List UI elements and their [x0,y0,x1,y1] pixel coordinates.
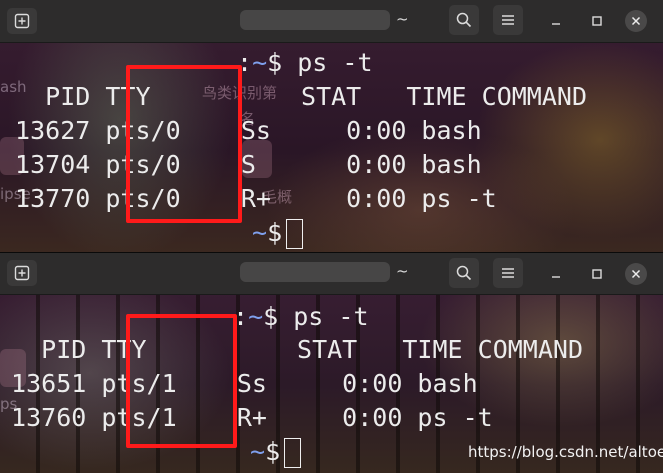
prompt-symbol: $ [263,302,279,331]
new-tab-button[interactable] [7,8,37,34]
text-cursor [284,438,302,468]
maximize-icon [592,16,602,26]
search-button[interactable] [449,258,479,288]
search-icon [456,265,472,281]
prompt-cwd: ~ [248,302,264,331]
output-header: PID TTY STAT TIME COMMAND [0,82,587,111]
prompt-line: :~$ ps -t [237,46,373,80]
tty-column-highlight [126,65,242,223]
window-title-redacted [240,262,390,282]
prompt-cwd: ~ [250,437,266,466]
prompt-symbol: $ [267,218,283,247]
menu-button[interactable] [493,5,523,35]
prompt-symbol: $ [265,437,281,466]
prompt-symbol: $ [267,48,283,77]
maximize-button[interactable] [586,263,608,285]
hamburger-menu-icon [502,268,514,278]
new-tab-icon [14,265,30,281]
minimize-button[interactable] [545,263,567,285]
output-row: 13760 pts/1 R+ 0:00 ps -t [0,403,493,432]
command-text: ps -t [278,302,369,331]
prompt-line: ~$ [252,216,304,250]
search-button[interactable] [449,5,479,35]
terminal-output[interactable]: :~$ ps -t PID TTY STAT TIME COMMAND 1362… [0,42,663,252]
tty-column-highlight [126,314,237,448]
prompt-cwd: ~ [252,218,268,247]
close-button[interactable] [625,10,647,32]
terminal-window-2[interactable]: ps ~ :~$ ps -t PID TTY STAT TIME COMMAND… [0,252,663,473]
minimize-icon [552,276,560,278]
command-text: ps -t [282,48,373,77]
minimize-icon [552,23,560,25]
output-row: 13770 pts/0 R+ 0:00 ps -t [0,184,497,213]
window-title: ~ [396,262,409,280]
new-tab-button[interactable] [7,260,37,286]
text-cursor [286,219,304,249]
hamburger-menu-icon [502,15,514,25]
maximize-icon [592,269,602,279]
window-title-redacted [240,10,390,30]
output-header: PID TTY STAT TIME COMMAND [0,335,583,364]
output-row: 13651 pts/1 Ss 0:00 bash [0,369,478,398]
watermark: https://blog.csdn.net/altoer [468,443,663,461]
close-button[interactable] [625,263,647,285]
titlebar[interactable]: ~ [0,253,663,295]
search-icon [456,12,472,28]
close-icon [631,16,641,26]
terminal-window-1[interactable]: ash ipse 鸟类识别第 名 毛概 ~ :~$ ps -t PID TTY … [0,0,663,252]
prompt-line: :~$ ps -t [233,300,369,334]
prompt-line: ~$ [250,435,302,469]
new-tab-icon [14,13,30,29]
menu-button[interactable] [493,258,523,288]
minimize-button[interactable] [545,10,567,32]
prompt-cwd: ~ [252,48,268,77]
maximize-button[interactable] [586,10,608,32]
titlebar[interactable]: ~ [0,0,663,43]
window-title: ~ [396,10,409,28]
close-icon [631,269,641,279]
